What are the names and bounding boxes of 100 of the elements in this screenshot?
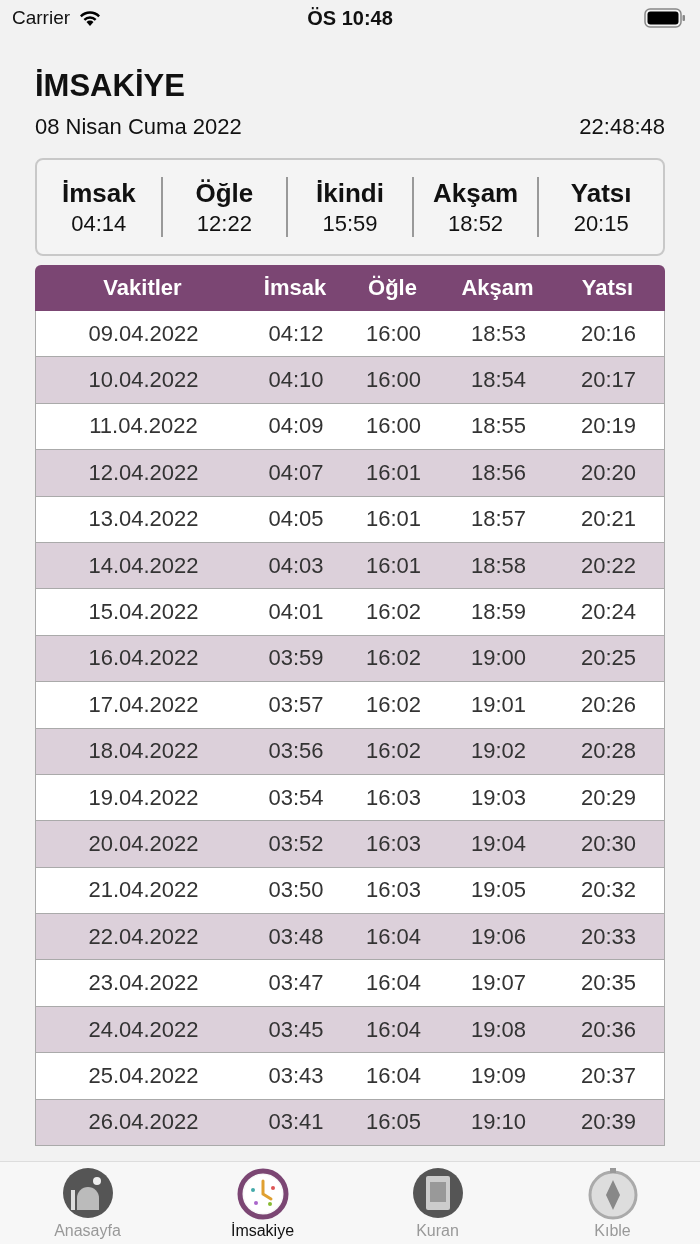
prayer-time: 04:14 xyxy=(71,210,127,237)
table-cell-text: 16:03 xyxy=(364,784,423,811)
table-cell-text: 16:04 xyxy=(364,970,423,997)
table-cell-text: 04:10 xyxy=(267,367,325,394)
table-cell-text: 16:00 xyxy=(364,367,423,394)
table-cell-text: 20:21 xyxy=(579,506,638,533)
wifi-icon xyxy=(78,9,103,27)
table-cell-text: 19:01 xyxy=(469,691,528,718)
table-cell-text: 09.04.2022 xyxy=(87,320,200,347)
table-cell-text: 18:57 xyxy=(469,506,528,533)
mosque-icon xyxy=(60,1166,115,1220)
table-cell-text: 19:05 xyxy=(469,877,528,904)
column-header: Akşam xyxy=(460,275,535,301)
table-cell-text: 19:09 xyxy=(469,1062,528,1089)
table-cell-text: 03:59 xyxy=(267,645,325,672)
table-cell-text: 19:10 xyxy=(469,1109,528,1136)
table-cell-text: 16:01 xyxy=(364,552,423,579)
table-cell-text: 25.04.2022 xyxy=(87,1062,200,1089)
table-cell-text: 20:20 xyxy=(579,459,638,486)
prayer-name: İmsak xyxy=(61,177,136,209)
table-cell-text: 20:16 xyxy=(579,320,638,347)
table-cell-text: 16:02 xyxy=(364,691,423,718)
prayer-time: 12:22 xyxy=(196,210,252,237)
table-cell-text: 19:07 xyxy=(469,970,528,997)
table-cell-text: 16:00 xyxy=(364,320,423,347)
table-cell-text: 19:02 xyxy=(469,738,528,765)
table-cell-text: 20:30 xyxy=(579,831,638,857)
table-cell-text: 17.04.2022 xyxy=(87,691,200,718)
table-cell-text: 16:02 xyxy=(364,599,423,626)
clock-icon xyxy=(235,1166,290,1220)
prayer-name: Akşam xyxy=(432,177,519,209)
table-cell-text: 04:09 xyxy=(267,413,325,440)
table-cell-text: 20:35 xyxy=(579,970,638,997)
table-cell-text: 03:45 xyxy=(267,1016,325,1043)
prayer-name: İkindi xyxy=(316,177,384,209)
table-cell-text: 20:25 xyxy=(579,645,638,672)
prayer-time: 15:59 xyxy=(322,210,378,237)
table-cell-text: 22.04.2022 xyxy=(87,923,200,950)
table-cell-text: 13.04.2022 xyxy=(87,506,200,533)
table-cell-text: 19:04 xyxy=(469,831,528,857)
table-cell-text: 03:54 xyxy=(267,784,325,811)
table-cell-text: 18:53 xyxy=(469,320,528,347)
table-cell-text: 20.04.2022 xyxy=(87,831,200,857)
table-cell-text: 24.04.2022 xyxy=(87,1016,200,1043)
table-cell-text: 18:56 xyxy=(469,459,528,486)
table-cell-text: 20:24 xyxy=(579,599,638,626)
table-cell-text: 16:04 xyxy=(364,1062,423,1089)
table-cell-text: 19:08 xyxy=(469,1016,528,1043)
column-header: İmsak xyxy=(262,275,328,301)
table-cell-text: 20:32 xyxy=(579,877,638,904)
table-cell-text: 14.04.2022 xyxy=(87,552,200,579)
table-cell-text: 16:01 xyxy=(364,459,423,486)
table-cell-text: 19.04.2022 xyxy=(87,784,200,811)
table-cell-text: 20:36 xyxy=(579,1016,638,1043)
table-cell-text: 20:19 xyxy=(579,413,638,440)
table-cell-text: 03:41 xyxy=(267,1109,325,1136)
carrier-name: Carrier xyxy=(12,7,71,29)
table-cell-text: 10.04.2022 xyxy=(87,367,200,394)
table-cell-text: 03:43 xyxy=(267,1062,325,1089)
table-cell-text: 19:03 xyxy=(469,784,528,811)
table-cell-text: 03:56 xyxy=(267,738,325,765)
table-cell-text: 20:39 xyxy=(579,1109,638,1136)
table-cell-text: 20:37 xyxy=(579,1062,638,1089)
battery-icon xyxy=(644,8,686,28)
table-cell-text: 12.04.2022 xyxy=(87,459,200,486)
current-date: 08 Nisan Cuma 2022 xyxy=(35,114,242,140)
table-cell-text: 16:03 xyxy=(364,877,423,904)
table-cell-text: 19:06 xyxy=(469,923,528,950)
prayer-time: 18:52 xyxy=(448,210,504,237)
table-cell-text: 16:04 xyxy=(364,1016,423,1043)
column-header: Öğle xyxy=(367,275,418,301)
table-cell-text: 16:03 xyxy=(364,831,423,857)
table-cell-text: 16:05 xyxy=(364,1109,423,1136)
table-cell-text: 26.04.2022 xyxy=(87,1109,200,1136)
table-cell-text: 21.04.2022 xyxy=(87,877,200,904)
tab-bar-item[interactable]: Kuran xyxy=(350,1162,525,1244)
table-cell-text: 04:01 xyxy=(267,599,325,626)
status-time: ÖS 10:48 xyxy=(307,6,393,30)
table-cell-text: 16.04.2022 xyxy=(87,645,200,672)
prayer-name: Öğle xyxy=(195,177,254,209)
table-cell-text: 03:57 xyxy=(267,691,325,718)
table-cell-text: 18:54 xyxy=(469,367,528,394)
tab-bar-item[interactable]: Kıble xyxy=(525,1162,700,1244)
table-cell-text: 16:02 xyxy=(364,738,423,765)
table-cell-text: 15.04.2022 xyxy=(87,599,200,626)
table-cell-text: 20:22 xyxy=(579,552,638,579)
table-cell-text: 03:50 xyxy=(267,877,325,904)
table-cell-text: 16:01 xyxy=(364,506,423,533)
prayer-time: 20:15 xyxy=(573,210,629,237)
table-cell-text: 18:59 xyxy=(469,599,528,626)
table-cell-text: 16:02 xyxy=(364,645,423,672)
table-cell-text: 16:00 xyxy=(364,413,423,440)
table-cell-text: 18:58 xyxy=(469,552,528,579)
prayer-name: Yatsı xyxy=(570,177,632,209)
table-cell-text: 18:55 xyxy=(469,413,528,440)
table-cell-text: 23.04.2022 xyxy=(87,970,200,997)
tab-bar-item[interactable]: İmsakiye xyxy=(175,1162,350,1244)
table-cell-text: 18.04.2022 xyxy=(87,738,200,765)
tab-bar-item[interactable]: Anasayfa xyxy=(0,1162,175,1244)
table-cell-text: 04:07 xyxy=(267,459,325,486)
